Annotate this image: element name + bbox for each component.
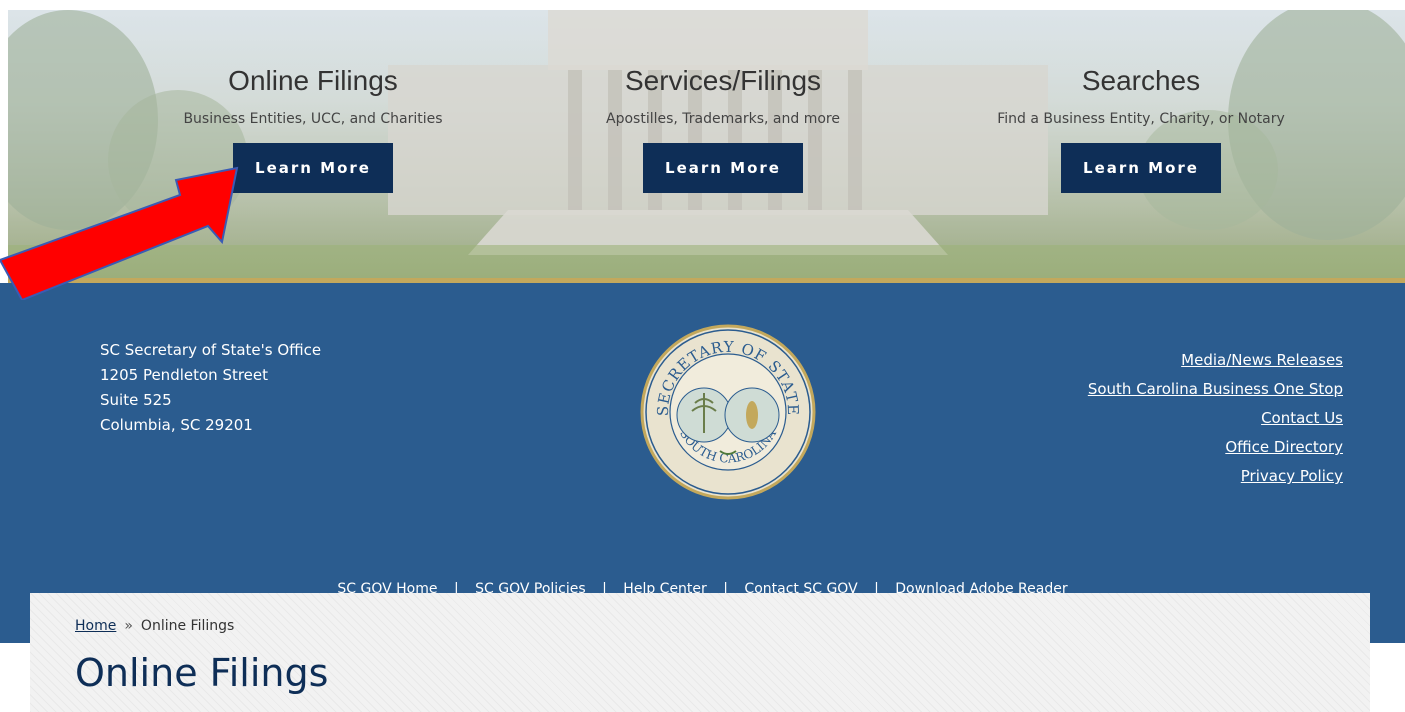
address-line: Columbia, SC 29201 <box>100 416 253 434</box>
contact-us-link[interactable]: Contact Us <box>1088 409 1343 427</box>
hero-title: Searches <box>1081 65 1201 96</box>
footer-links: Media/News Releases South Carolina Busin… <box>1088 351 1343 496</box>
address-line: 1205 Pendleton Street <box>100 366 269 384</box>
hero-title: Online Filings <box>228 65 398 96</box>
media-news-releases-link[interactable]: Media/News Releases <box>1088 351 1343 369</box>
breadcrumb-separator: » <box>124 618 133 634</box>
learn-more-button-services-filings[interactable]: Learn More <box>643 143 803 193</box>
privacy-policy-link[interactable]: Privacy Policy <box>1088 467 1343 485</box>
breadcrumb-home-link[interactable]: Home <box>75 618 116 634</box>
hero-col-searches: Searches Find a Business Entity, Charity… <box>931 65 1351 193</box>
office-directory-link[interactable]: Office Directory <box>1088 438 1343 456</box>
hero-title: Services/Filings <box>624 65 822 96</box>
breadcrumb: Home » Online Filings <box>75 618 234 634</box>
address-line: Suite 525 <box>100 391 172 409</box>
breadcrumb-current: Online Filings <box>140 618 235 634</box>
business-one-stop-link[interactable]: South Carolina Business One Stop <box>1088 380 1343 398</box>
hero-subtitle: Business Entities, UCC, and Charities <box>183 111 443 127</box>
hero-subtitle: Find a Business Entity, Charity, or Nota… <box>997 111 1285 127</box>
site-footer: SC Secretary of State's Office 1205 Pend… <box>0 283 1405 643</box>
red-arrow-annotation-icon <box>0 166 239 300</box>
learn-more-button-searches[interactable]: Learn More <box>1061 143 1221 193</box>
address-line: SC Secretary of State's Office <box>100 341 322 359</box>
hero-col-services-filings: Services/Filings Apostilles, Trademarks,… <box>513 65 933 193</box>
office-address: SC Secretary of State's Office 1205 Pend… <box>100 338 321 438</box>
secretary-of-state-seal-icon: SECRETARY OF STATE SOUTH CAROLINA <box>640 324 816 500</box>
hero-subtitle: Apostilles, Trademarks, and more <box>606 111 840 127</box>
page-title: Online Filings <box>75 651 329 695</box>
page-header-panel: Home » Online Filings Online Filings <box>30 593 1370 712</box>
